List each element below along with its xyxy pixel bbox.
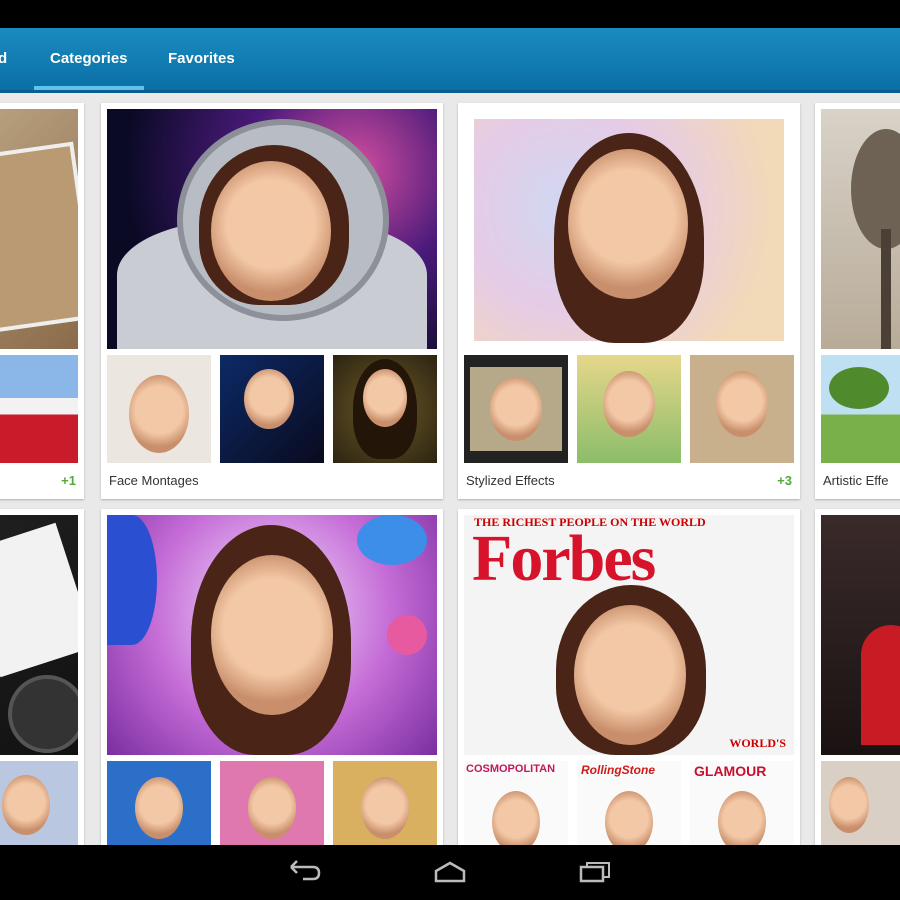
tab-favorites[interactable]: Favorites	[168, 28, 235, 90]
card-thumbnails	[464, 355, 794, 463]
card-thumbnails	[0, 355, 78, 463]
card-hero-image	[107, 515, 437, 755]
card-caption: Stylized Effects	[466, 473, 555, 488]
card-thumbnails	[821, 761, 900, 845]
status-bar	[0, 0, 900, 28]
thumbnail-image	[577, 355, 681, 463]
card-hero-image: THE RICHEST PEOPLE ON THE WORLD Forbes W…	[464, 515, 794, 755]
category-card-frames[interactable]	[101, 509, 443, 845]
card-thumbnails	[107, 761, 437, 845]
card-hero-image	[0, 109, 78, 349]
thumbnail-image	[690, 355, 794, 463]
home-icon[interactable]	[430, 857, 470, 887]
card-caption: Artistic Effe	[823, 473, 889, 488]
card-thumbnails	[0, 761, 78, 845]
thumbnail-image	[464, 355, 568, 463]
thumbnail-image: COSMOPOLITAN	[464, 761, 568, 845]
category-card-face-montages[interactable]: Face Montages	[101, 103, 443, 499]
category-card-stylized-effects[interactable]: Stylized Effects +3	[458, 103, 800, 499]
card-thumbnails	[107, 355, 437, 463]
thumbnail-title: COSMOPOLITAN	[466, 763, 556, 775]
category-grid: +1 Face Montages Stylized Effects +3 Art…	[0, 93, 900, 845]
card-thumbnails	[821, 355, 900, 463]
card-hero-image	[107, 109, 437, 349]
magazine-corner-text: WORLD'S	[729, 736, 786, 750]
category-card-magazine-covers[interactable]: THE RICHEST PEOPLE ON THE WORLD Forbes W…	[458, 509, 800, 845]
card-hero-image	[0, 515, 78, 755]
card-caption: Face Montages	[109, 473, 199, 488]
card-hero-image	[821, 515, 900, 755]
recents-icon[interactable]	[575, 857, 615, 887]
thumbnail-image	[333, 355, 437, 463]
thumbnail-image	[107, 355, 211, 463]
more-count: +1	[61, 473, 76, 488]
card-hero-image	[464, 109, 794, 349]
thumbnail-image: RollingStone	[577, 761, 681, 845]
thumbnail-image	[107, 761, 211, 845]
category-card-artistic-effects[interactable]: Artistic Effe	[815, 103, 900, 499]
system-nav-bar	[0, 845, 900, 900]
thumbnail-image	[821, 761, 900, 845]
more-count: +3	[777, 473, 792, 488]
category-card-row2-partial-right[interactable]	[815, 509, 900, 845]
card-thumbnails: COSMOPOLITAN RollingStone GLAMOUR	[464, 761, 794, 845]
category-card-partial-left[interactable]: +1	[0, 103, 84, 499]
back-icon[interactable]	[285, 857, 325, 887]
thumbnail-image	[333, 761, 437, 845]
thumbnail-image	[220, 355, 324, 463]
thumbnail-image	[0, 355, 78, 463]
tab-categories[interactable]: Categories	[34, 28, 143, 90]
thumbnail-title: RollingStone	[581, 763, 655, 777]
thumbnail-title: GLAMOUR	[694, 763, 767, 779]
thumbnail-image: GLAMOUR	[690, 761, 794, 845]
thumbnail-image	[220, 761, 324, 845]
category-card-row2-partial-left[interactable]	[0, 509, 84, 845]
thumbnail-image	[0, 761, 78, 845]
tab-bar: d Categories Favorites	[0, 28, 900, 93]
thumbnail-image	[821, 355, 900, 463]
tab-featured[interactable]: d	[0, 28, 7, 90]
card-hero-image	[821, 109, 900, 349]
